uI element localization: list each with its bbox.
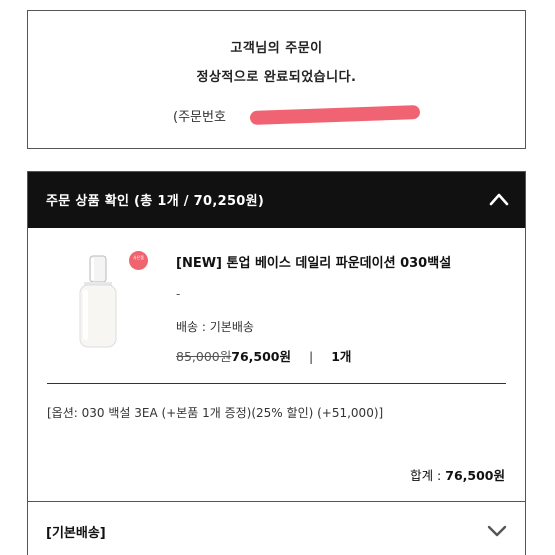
product-shipping: 배송 : 기본배송 [176,320,254,334]
quantity: 1개 [331,349,352,364]
total-value: 76,500원 [445,468,505,483]
redaction-mark [249,105,421,125]
order-items-header[interactable]: 주문 상품 확인 (총 1개 / 70,250원) [28,172,525,228]
price-row: 85,000원76,500원 | 1개 [176,346,351,365]
original-price: 85,000원 [176,349,232,364]
product-name[interactable]: [NEW] 톤업 베이스 데일리 파운데이션 030백설 [176,252,451,271]
section-divider [28,501,525,502]
total-label: 합계 : [410,468,446,483]
order-items-section: 주문 상품 확인 (총 1개 / 70,250원) 사은품 [NEW] 톤업 베… [27,171,526,555]
chevron-down-icon[interactable] [487,524,507,538]
confirm-message-line2: 정상적으로 완료되었습니다. [196,70,357,85]
confirm-message-line1: 고객님의 주문이 [230,41,323,56]
item-divider [47,383,506,384]
shipping-group-title: [기본배송] [46,526,106,541]
sale-price: 76,500원 [231,349,291,364]
order-number-label: (주문번호 [173,110,226,125]
price-separator: | [309,349,314,364]
item-total: 합계 : 76,500원 [410,465,505,484]
product-option-placeholder: - [176,287,181,301]
chevron-up-icon[interactable] [489,192,509,206]
option-detail: [옵션: 030 백설 3EA (+본품 1개 증정)(25% 할인) (+51… [47,406,384,420]
product-thumbnail[interactable] [73,252,123,352]
order-complete-box: 고객님의 주문이 정상적으로 완료되었습니다. (주문번호 [27,10,526,149]
gift-badge: 사은품 [129,251,148,270]
order-items-title: 주문 상품 확인 (총 1개 / 70,250원) [46,194,265,209]
